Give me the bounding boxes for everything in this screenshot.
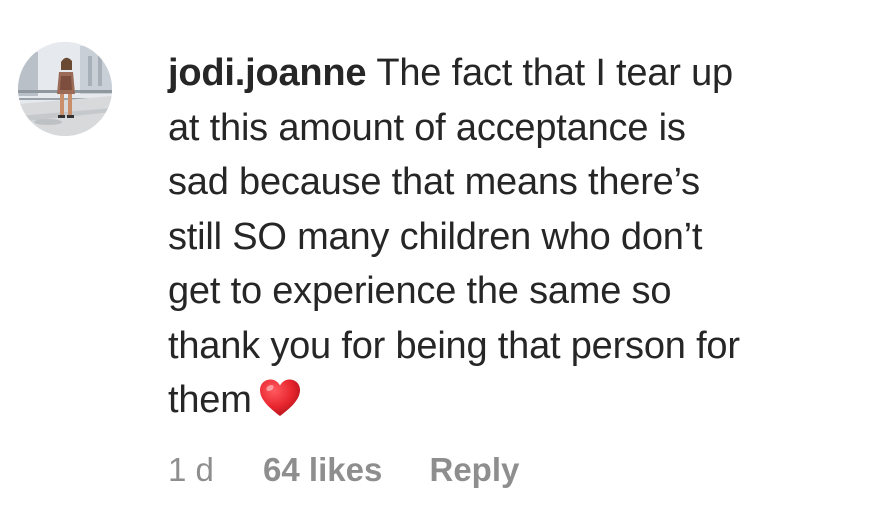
comment-time[interactable]: 1 d: [168, 446, 214, 494]
avatar[interactable]: [18, 42, 112, 136]
comment-text: jodi.joanne The fact that I tear up at th…: [168, 46, 858, 428]
likes-count-button[interactable]: 64 likes: [263, 446, 382, 494]
comment-line-1: The fact that I tear up: [376, 52, 733, 94]
comment-line-6: thank you for being that person for: [168, 324, 740, 367]
comment-line-3: sad because that means there’s: [168, 161, 700, 203]
comment-line-2: at this amount of acceptance is: [168, 106, 686, 149]
comment: jodi.joanne The fact that I tear up at th…: [0, 0, 872, 512]
comment-line-5: get to experience the same so: [168, 270, 672, 312]
comment-meta: 1 d 64 likes Reply: [168, 446, 519, 494]
comment-line-4: still SO many children who don’t: [168, 215, 703, 258]
red-heart-icon: [258, 378, 302, 418]
reply-button[interactable]: Reply: [430, 446, 520, 494]
username-link[interactable]: jodi.joanne: [168, 52, 367, 94]
avatar-photo: [18, 42, 112, 136]
comment-line-7: them: [168, 379, 252, 421]
